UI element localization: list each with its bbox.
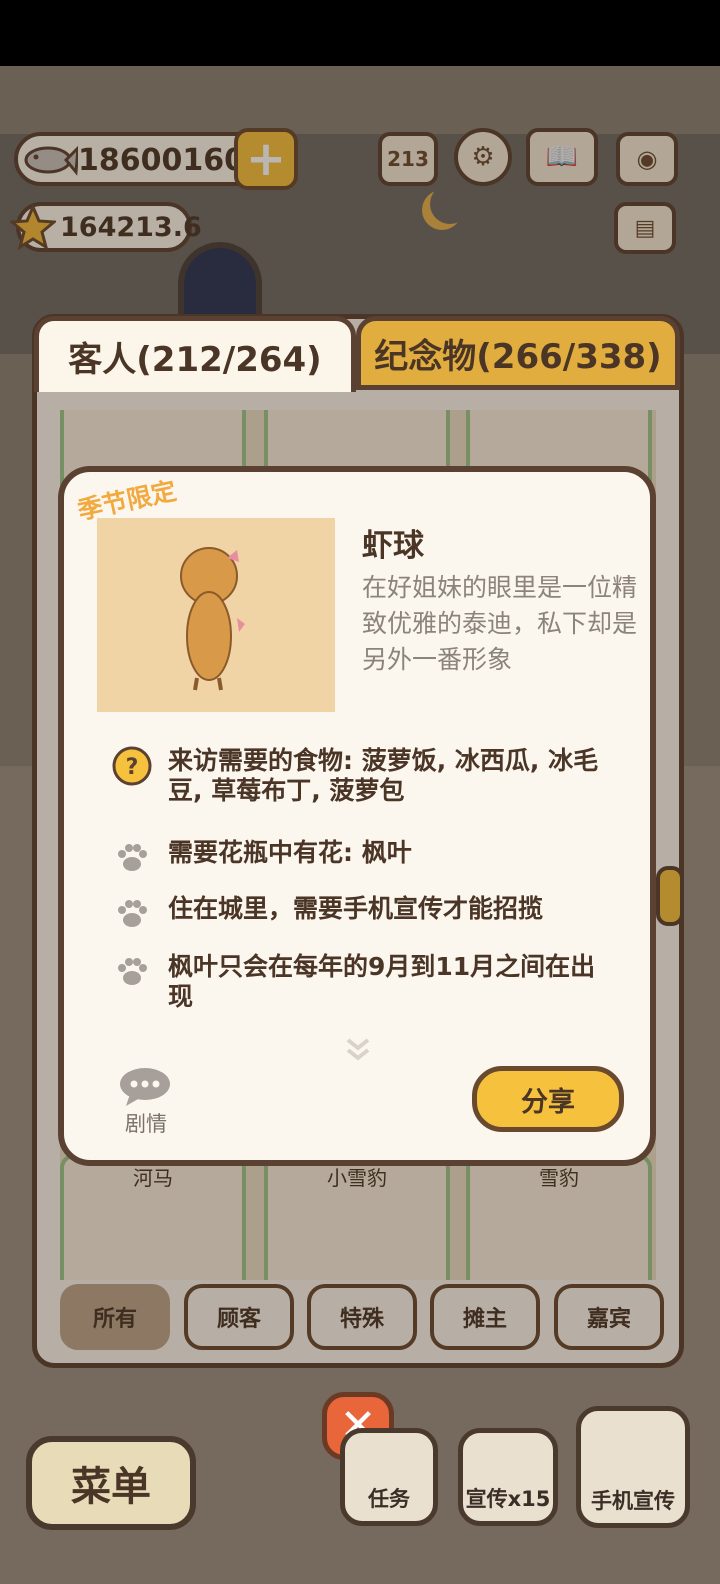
character-portrait bbox=[97, 518, 335, 712]
requirement-text: 住在城里，需要手机宣传才能招揽 bbox=[168, 894, 544, 923]
character-name: 虾球 bbox=[362, 528, 424, 564]
tab-customers[interactable]: 客人(212/264) bbox=[34, 316, 356, 392]
tasks-button[interactable]: 任务 bbox=[340, 1428, 438, 1526]
paw-icon bbox=[118, 900, 147, 927]
chevron-down-icon[interactable] bbox=[343, 1036, 373, 1062]
chat-bubble-icon[interactable] bbox=[116, 1066, 174, 1108]
story-label[interactable]: 剧情 bbox=[108, 1108, 184, 1138]
paw-icon bbox=[118, 844, 147, 871]
poodle-character-image bbox=[180, 547, 245, 691]
phone-promo-label: 手机宣传 bbox=[591, 1489, 675, 1513]
requirement-text: 来访需要的食物: 菠萝饭, 冰西瓜, 冰毛豆, 草莓布丁, 菠萝包 bbox=[168, 746, 599, 805]
share-button[interactable]: 分享 bbox=[472, 1066, 624, 1132]
menu-button[interactable]: 菜单 bbox=[26, 1436, 196, 1530]
character-description: 在好姐妹的眼里是一位精致优雅的泰迪，私下却是另外一番形象 bbox=[362, 573, 638, 674]
promo-button[interactable]: 宣传x15 bbox=[458, 1428, 558, 1526]
requirement-text: 需要花瓶中有花: 枫叶 bbox=[168, 838, 412, 867]
promo-label: 宣传x15 bbox=[465, 1487, 551, 1511]
svg-text:?: ? bbox=[126, 755, 139, 780]
paw-icon bbox=[118, 958, 147, 985]
tab-souvenirs[interactable]: 纪念物(266/338) bbox=[356, 316, 680, 390]
requirement-text: 枫叶只会在每年的9月到11月之间在出现 bbox=[168, 952, 596, 1011]
question-icon: ? bbox=[112, 746, 152, 786]
phone-promo-button[interactable]: 手机宣传 bbox=[576, 1406, 690, 1528]
tasks-label: 任务 bbox=[368, 1487, 410, 1511]
